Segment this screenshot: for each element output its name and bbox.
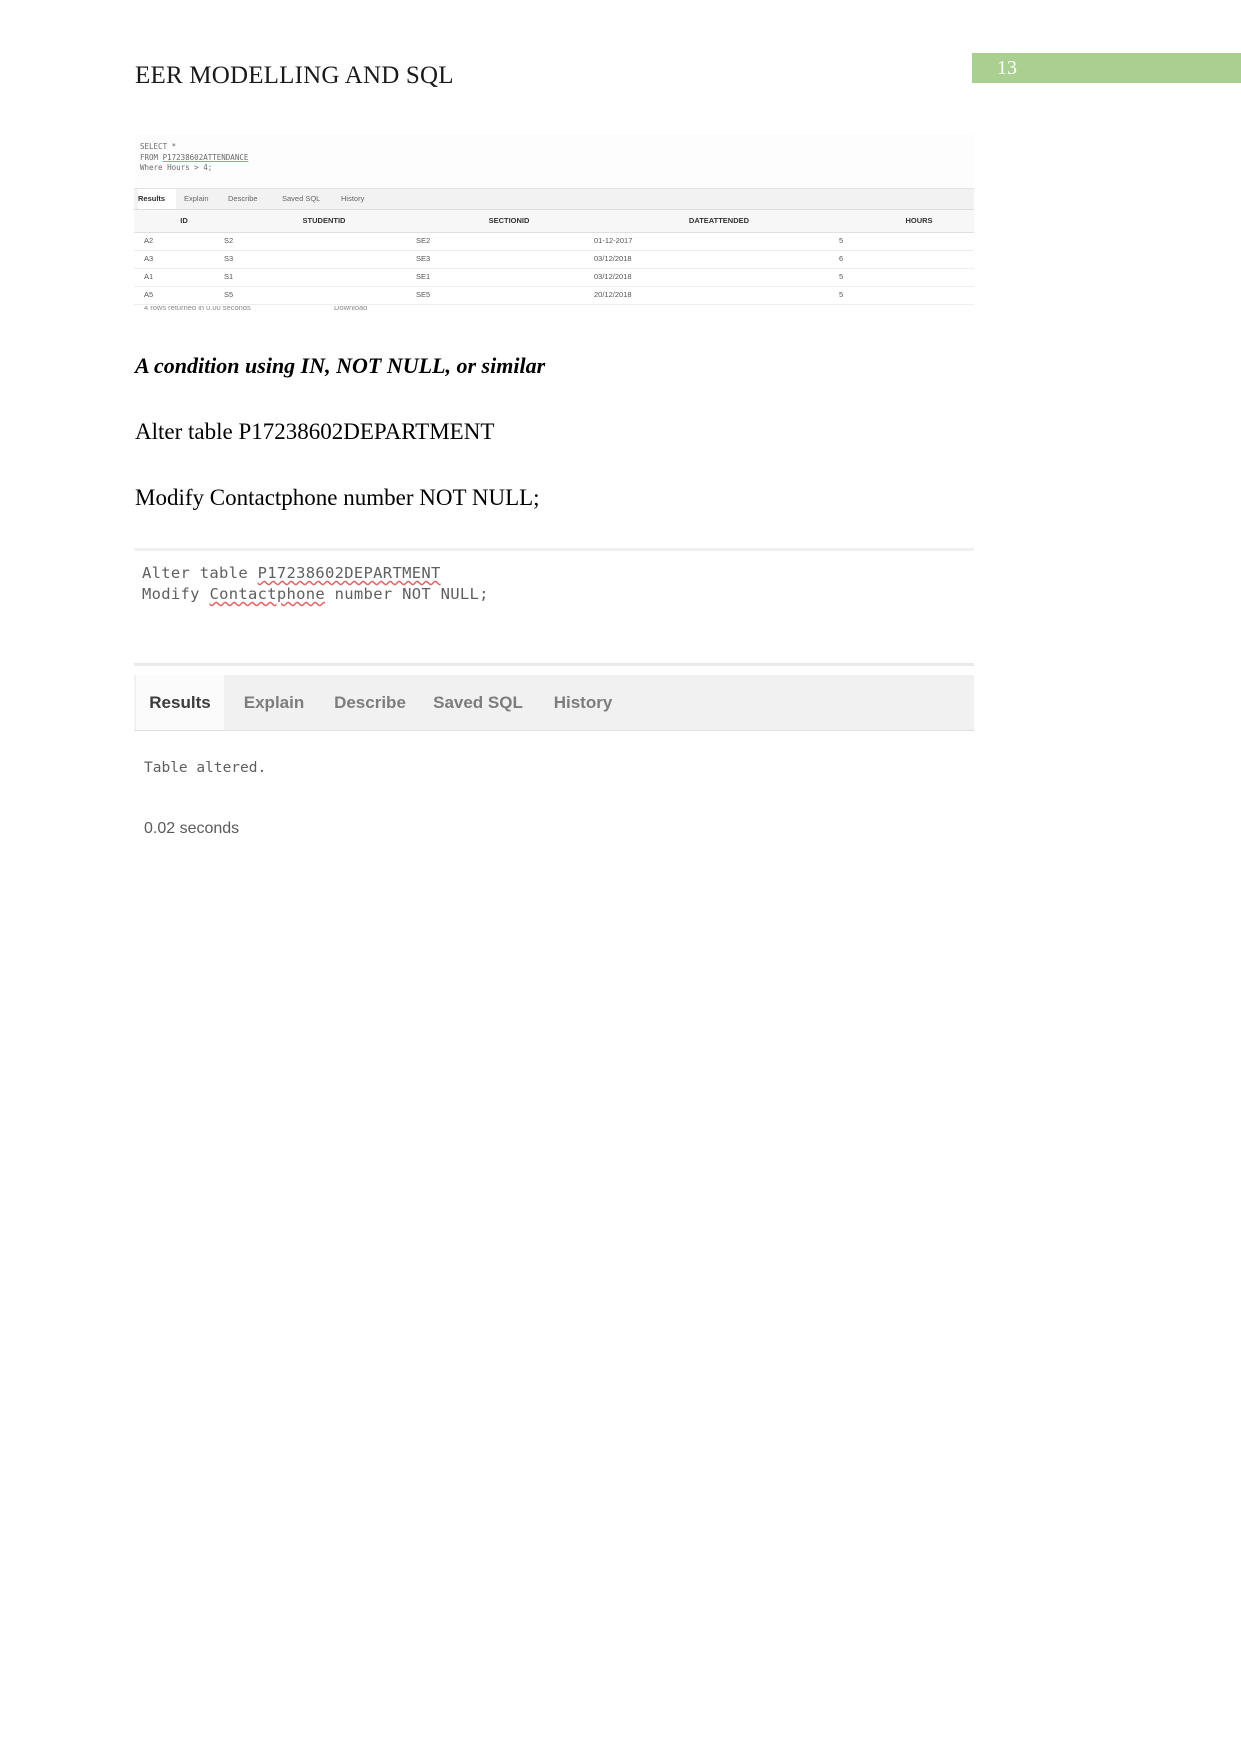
sql-line-2-table: P17238602ATTENDANCE [162, 152, 249, 162]
cell-sectionid: SE1 [416, 272, 431, 281]
results-tabbar-two: Results Explain Describe Saved SQL Histo… [134, 675, 974, 731]
sql-code-one: SELECT * FROM P17238602ATTENDANCE Where … [140, 142, 248, 174]
cell-hours: 5 [839, 290, 844, 299]
cell-id: A3 [144, 254, 154, 263]
sql2-line-1-table: P17238602DEPARTMENT [257, 564, 441, 582]
cell-sectionid: SE3 [416, 254, 431, 263]
results-tabbar-one: Results Explain Describe Saved SQL Histo… [134, 189, 974, 210]
table-row: A5 S5 SE5 20/12/2018 5 [134, 286, 974, 305]
tab-saved-sql-two[interactable]: Saved SQL [422, 675, 534, 730]
sql2-line-2-prefix: Modify [142, 585, 210, 603]
download-link[interactable]: Download [334, 306, 367, 312]
sql2-line-1-prefix: Alter table [142, 564, 258, 582]
sql2-line-2-suffix: number NOT NULL; [325, 585, 489, 603]
rows-returned-label: 4 rows returned in 0.00 seconds [144, 306, 251, 312]
column-header-sectionid[interactable]: SECTIONID [464, 210, 554, 232]
paragraph-alter-table: Alter table P17238602DEPARTMENT [135, 419, 495, 444]
cell-studentid: S2 [224, 236, 234, 245]
paragraph-modify-column: Modify Contactphone number NOT NULL; [135, 485, 540, 510]
table-row: A1 S1 SE1 03/12/2018 5 [134, 268, 974, 287]
table-row: A2 S2 SE2 01-12-2017 5 [134, 232, 974, 251]
cell-sectionid: SE5 [416, 290, 431, 299]
tab-explain-two[interactable]: Explain [230, 675, 318, 730]
sql2-line-2-column: Contactphone [209, 585, 326, 603]
sql-line-1: SELECT * [140, 142, 177, 151]
tab-describe-two[interactable]: Describe [320, 675, 420, 730]
cell-dateattended: 01-12-2017 [594, 236, 633, 245]
tab-history-one[interactable]: History [341, 189, 379, 209]
tab-history-two[interactable]: History [538, 675, 628, 730]
cell-studentid: S1 [224, 272, 234, 281]
cell-id: A5 [144, 290, 154, 299]
cell-id: A2 [144, 236, 154, 245]
column-header-hours[interactable]: HOURS [874, 210, 964, 232]
result-elapsed-time: 0.02 seconds [144, 820, 240, 837]
cell-hours: 6 [839, 254, 844, 263]
page-number-badge: 13 [972, 53, 1241, 83]
column-header-id[interactable]: ID [154, 210, 214, 232]
sql-code-two: Alter table P17238602DEPARTMENT Modify C… [142, 563, 489, 605]
page-number-value: 13 [997, 57, 1017, 79]
page-header: EER MODELLING AND SQL 13 [0, 0, 1241, 110]
cell-sectionid: SE2 [416, 236, 431, 245]
section-sub-heading: A condition using IN, NOT NULL, or simil… [135, 353, 546, 378]
tab-saved-sql-one[interactable]: Saved SQL [282, 189, 330, 209]
cell-dateattended: 03/12/2018 [594, 272, 632, 281]
table-row: A3 S3 SE3 03/12/2018 6 [134, 250, 974, 269]
cell-id: A1 [144, 272, 154, 281]
tab-describe-one[interactable]: Describe [228, 189, 272, 209]
results-table-header-one: ID STUDENTID SECTIONID DATEATTENDED HOUR… [134, 210, 974, 233]
sql-editor-two[interactable]: Alter table P17238602DEPARTMENT Modify C… [134, 551, 974, 666]
column-header-studentid[interactable]: STUDENTID [279, 210, 369, 232]
cell-hours: 5 [839, 272, 844, 281]
tab-results-one[interactable]: Results [138, 189, 176, 209]
tab-explain-one[interactable]: Explain [184, 189, 222, 209]
page-title: EER MODELLING AND SQL [135, 62, 454, 89]
results-footer-one: 4 rows returned in 0.00 seconds Download [134, 306, 974, 318]
sql-editor-one[interactable]: SELECT * FROM P17238602ATTENDANCE Where … [134, 134, 974, 189]
sql-screenshot-one: SELECT * FROM P17238602ATTENDANCE Where … [134, 134, 974, 318]
sql-line-2-prefix: FROM [140, 152, 163, 162]
result-message: Table altered. [144, 760, 267, 776]
tab-results-two[interactable]: Results [136, 675, 224, 730]
sql-line-3: Where Hours > 4; [140, 163, 213, 172]
cell-hours: 5 [839, 236, 844, 245]
cell-studentid: S5 [224, 290, 234, 299]
cell-dateattended: 03/12/2018 [594, 254, 632, 263]
cell-dateattended: 20/12/2018 [594, 290, 632, 299]
sql-screenshot-two: Alter table P17238602DEPARTMENT Modify C… [134, 548, 974, 858]
cell-studentid: S3 [224, 254, 234, 263]
column-header-dateattended[interactable]: DATEATTENDED [664, 210, 774, 232]
